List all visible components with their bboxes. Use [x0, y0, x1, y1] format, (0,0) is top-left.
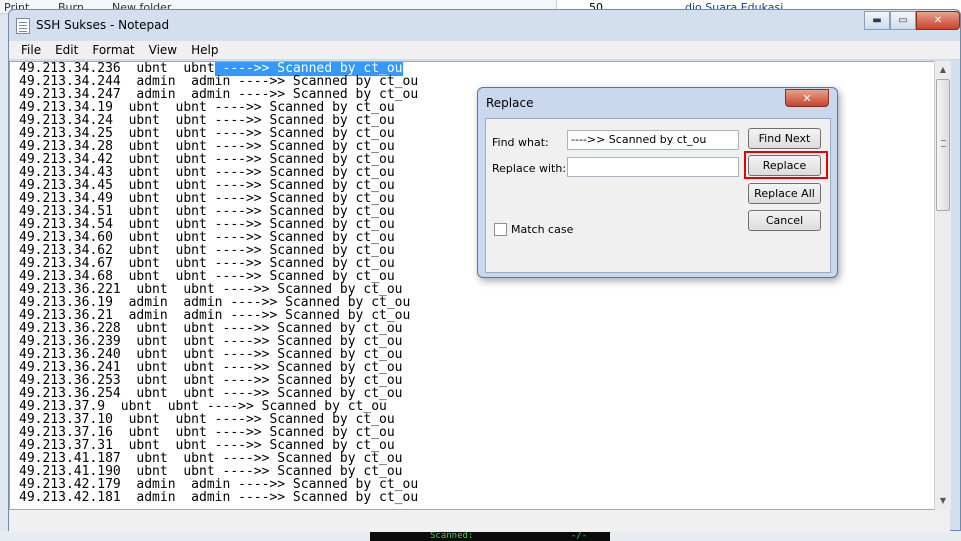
cancel-button[interactable]: Cancel	[748, 210, 821, 231]
window-title: SSH Sukses - Notepad	[36, 18, 170, 32]
match-case-label: Match case	[511, 223, 574, 236]
grip-icon	[941, 140, 946, 147]
vertical-scrollbar[interactable]: ▲ ▼	[934, 61, 951, 510]
window-controls: ▬ ▭ ✕	[864, 11, 960, 30]
menu-file[interactable]: File	[14, 43, 48, 57]
line-text: 49.213.42.181 admin admin ---->> Scanned…	[19, 490, 419, 505]
find-what-input[interactable]: ---->> Scanned by ct_ou	[567, 130, 739, 150]
background-terminal: Scanned: -/-	[370, 532, 610, 541]
replace-with-input[interactable]	[567, 157, 739, 177]
replace-with-label: Replace with:	[492, 162, 567, 175]
maximize-button[interactable]: ▭	[890, 11, 916, 30]
replace-button-highlight	[744, 151, 828, 179]
title-bar[interactable]: SSH Sukses - Notepad ▬ ▭ ✕	[9, 10, 960, 40]
horizontal-scroll-area	[9, 510, 950, 532]
minimize-button[interactable]: ▬	[864, 11, 890, 30]
terminal-text: Scanned:	[430, 532, 474, 541]
menu-bar: File Edit Format View Help	[9, 41, 960, 60]
scroll-up-icon[interactable]: ▲	[935, 61, 951, 77]
dialog-close-button[interactable]: ✕	[785, 89, 829, 107]
scroll-down-icon[interactable]: ▼	[935, 492, 951, 508]
dialog-title: Replace	[486, 96, 534, 110]
text-line[interactable]: 49.213.42.181 admin admin ---->> Scanned…	[10, 491, 949, 504]
menu-edit[interactable]: Edit	[48, 43, 85, 57]
menu-format[interactable]: Format	[85, 43, 141, 57]
menu-help[interactable]: Help	[184, 43, 225, 57]
scrollbar-thumb[interactable]	[936, 79, 950, 211]
match-case-checkbox[interactable]	[494, 223, 507, 236]
find-what-label: Find what:	[492, 136, 549, 149]
close-button[interactable]: ✕	[916, 11, 960, 30]
menu-view[interactable]: View	[142, 43, 184, 57]
notepad-icon	[16, 18, 30, 34]
dialog-body: Find what: ---->> Scanned by ct_ou Repla…	[485, 118, 831, 273]
replace-dialog: Replace ✕ Find what: ---->> Scanned by c…	[477, 87, 838, 278]
terminal-suffix: -/-	[570, 532, 588, 541]
replace-all-button[interactable]: Replace All	[748, 183, 821, 204]
find-next-button[interactable]: Find Next	[748, 128, 821, 149]
